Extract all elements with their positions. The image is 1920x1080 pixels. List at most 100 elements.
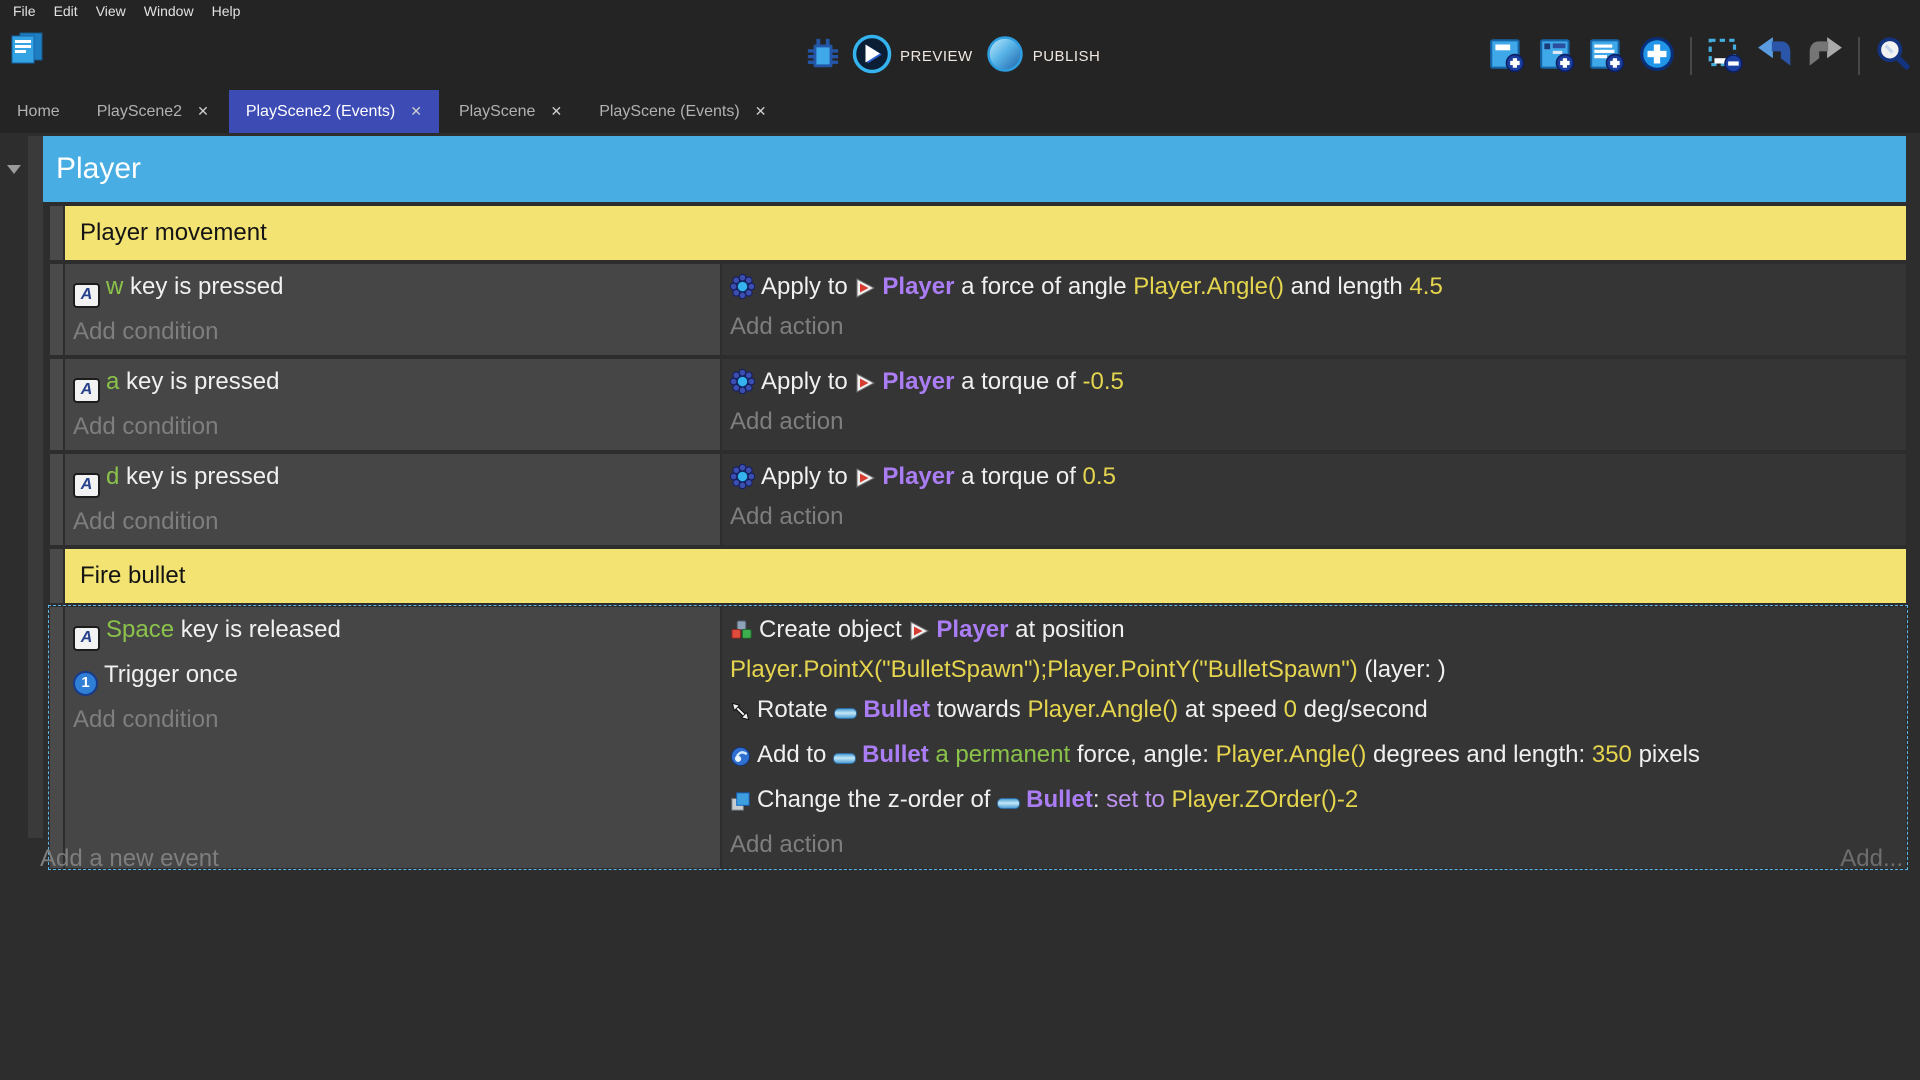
text-segment: Trigger once: [104, 661, 238, 688]
action[interactable]: Apply to Player a torque of 0.5: [722, 457, 1906, 497]
search-icon: [1874, 35, 1912, 78]
menu-file[interactable]: File: [4, 1, 45, 21]
text-segment: Create object: [759, 616, 909, 643]
publish-button[interactable]: PUBLISH: [985, 34, 1101, 79]
comment-row[interactable]: Player movement: [50, 206, 1906, 260]
debug-button[interactable]: [806, 37, 840, 76]
preview-button[interactable]: PREVIEW: [852, 34, 973, 79]
row-drag-gutter[interactable]: [50, 549, 63, 603]
condition[interactable]: 1 Trigger once: [65, 655, 720, 700]
action[interactable]: Create object Player at position Player.P…: [722, 610, 1906, 690]
action[interactable]: Apply to Player a torque of -0.5: [722, 362, 1906, 402]
text-segment: key is pressed: [119, 368, 280, 395]
condition[interactable]: Aw key is pressed: [65, 267, 720, 312]
actions-column[interactable]: Apply to Player a torque of 0.5 Add actio…: [722, 454, 1906, 545]
text-segment: key is released: [174, 616, 341, 643]
add-event-button[interactable]: [1488, 35, 1526, 78]
text-segment: (layer: ): [1357, 656, 1446, 683]
text-segment: Space: [106, 616, 175, 643]
tab-close-icon[interactable]: ✕: [197, 103, 209, 120]
keyboard-icon: A: [73, 615, 100, 655]
tab-label: PlayScene2 (Events): [245, 102, 396, 120]
event-row[interactable]: A Space key is released 1 Trigger once Add c…: [48, 605, 1908, 870]
search-button[interactable]: [1874, 35, 1912, 78]
action[interactable]: Change the z-order of Bullet: set to Pla…: [722, 780, 1906, 825]
gdevelop-window: File Edit View Window Help PREVIEW PUBLISH H…: [0, 0, 1920, 1080]
event-group-header[interactable]: Player: [43, 136, 1906, 202]
add-new-button[interactable]: [1638, 35, 1676, 78]
actions-column[interactable]: Apply to Player a torque of -0.5 Add acti…: [722, 359, 1906, 450]
add-subevent-icon: [1538, 35, 1576, 78]
tab-playscene2-events[interactable]: PlayScene2 (Events) ✕: [228, 90, 439, 133]
row-drag-gutter[interactable]: [50, 206, 63, 260]
comment-row[interactable]: Fire bullet: [50, 549, 1906, 603]
conditions-column[interactable]: Aw key is pressed Add condition: [65, 264, 720, 355]
add-more-button[interactable]: Add...: [1840, 845, 1903, 873]
menu-view[interactable]: View: [87, 1, 135, 21]
add-circle-icon: [1638, 35, 1676, 78]
undo-icon: [1756, 35, 1794, 78]
menu-window[interactable]: Window: [135, 1, 203, 21]
text-segment: Apply to: [761, 273, 855, 300]
condition[interactable]: A Space key is released: [65, 610, 720, 655]
comment-text: Player movement: [80, 219, 267, 246]
action[interactable]: Add to Bullet a permanent force, angle: …: [722, 735, 1906, 780]
redo-button[interactable]: [1806, 35, 1844, 78]
text-segment: Player: [882, 463, 955, 490]
text-segment: 350: [1591, 741, 1632, 768]
create-object-icon: [730, 619, 753, 642]
condition[interactable]: Aa key is pressed: [65, 362, 720, 407]
add-subevent-button[interactable]: [1538, 35, 1576, 78]
text-segment: a: [106, 368, 120, 395]
add-condition-button[interactable]: Add condition: [65, 407, 720, 447]
delete-selection-button[interactable]: [1706, 35, 1744, 78]
text-segment: a torque of: [954, 368, 1083, 395]
event-row[interactable]: Aw key is pressed Add condition Apply to P…: [50, 264, 1906, 355]
tab-home[interactable]: Home: [0, 90, 77, 133]
tab-close-icon[interactable]: ✕: [550, 103, 562, 120]
tab-label: Home: [17, 102, 60, 120]
add-action-button[interactable]: Add action: [722, 497, 1906, 537]
add-action-button[interactable]: Add action: [722, 402, 1906, 442]
undo-button[interactable]: [1756, 35, 1794, 78]
row-drag-gutter[interactable]: [50, 607, 63, 868]
event-row[interactable]: Ad key is pressed Add condition Apply to P…: [50, 454, 1906, 545]
text-segment: Player: [936, 616, 1009, 643]
row-drag-gutter[interactable]: [50, 359, 63, 450]
add-condition-button[interactable]: Add condition: [65, 700, 720, 740]
add-condition-button[interactable]: Add condition: [65, 312, 720, 352]
tab-playscene-events[interactable]: PlayScene (Events) ✕: [582, 90, 784, 133]
add-action-button[interactable]: Add action: [722, 307, 1906, 347]
conditions-column[interactable]: A Space key is released 1 Trigger once Add c…: [65, 607, 720, 868]
conditions-column[interactable]: Ad key is pressed Add condition: [65, 454, 720, 545]
physics-icon: [730, 274, 755, 299]
action[interactable]: Apply to Player a force of angle Player.…: [722, 267, 1906, 307]
actions-column[interactable]: Apply to Player a force of angle Player.…: [722, 264, 1906, 355]
tab-close-icon[interactable]: ✕: [755, 103, 767, 120]
text-segment: degrees and length:: [1366, 741, 1592, 768]
text-segment: 0.5: [1082, 463, 1116, 490]
text-segment: Bullet: [863, 696, 931, 723]
text-segment: Player: [882, 273, 955, 300]
event-row[interactable]: Aa key is pressed Add condition Apply to P…: [50, 359, 1906, 450]
actions-column[interactable]: Create object Player at position Player.P…: [722, 607, 1906, 868]
tab-playscene2[interactable]: PlayScene2 ✕: [79, 90, 226, 133]
row-drag-gutter[interactable]: [50, 264, 63, 355]
add-action-button[interactable]: Add action: [722, 825, 1906, 865]
text-segment: towards: [930, 696, 1028, 723]
conditions-column[interactable]: Aa key is pressed Add condition: [65, 359, 720, 450]
row-drag-gutter[interactable]: [50, 454, 63, 545]
project-manager-icon: [8, 29, 46, 72]
text-segment: Bullet: [862, 741, 929, 768]
project-manager-button[interactable]: [8, 29, 46, 72]
add-condition-button[interactable]: Add condition: [65, 502, 720, 542]
tab-playscene[interactable]: PlayScene ✕: [441, 90, 580, 133]
text-segment: :: [1092, 786, 1107, 813]
add-new-event-button[interactable]: Add a new event: [40, 845, 219, 873]
add-comment-button[interactable]: [1588, 35, 1626, 78]
action[interactable]: Rotate Bullet towards Player.Angle() at …: [722, 690, 1906, 735]
menu-help[interactable]: Help: [203, 1, 250, 21]
menu-edit[interactable]: Edit: [45, 1, 87, 21]
tab-close-icon[interactable]: ✕: [410, 103, 422, 120]
condition[interactable]: Ad key is pressed: [65, 457, 720, 502]
